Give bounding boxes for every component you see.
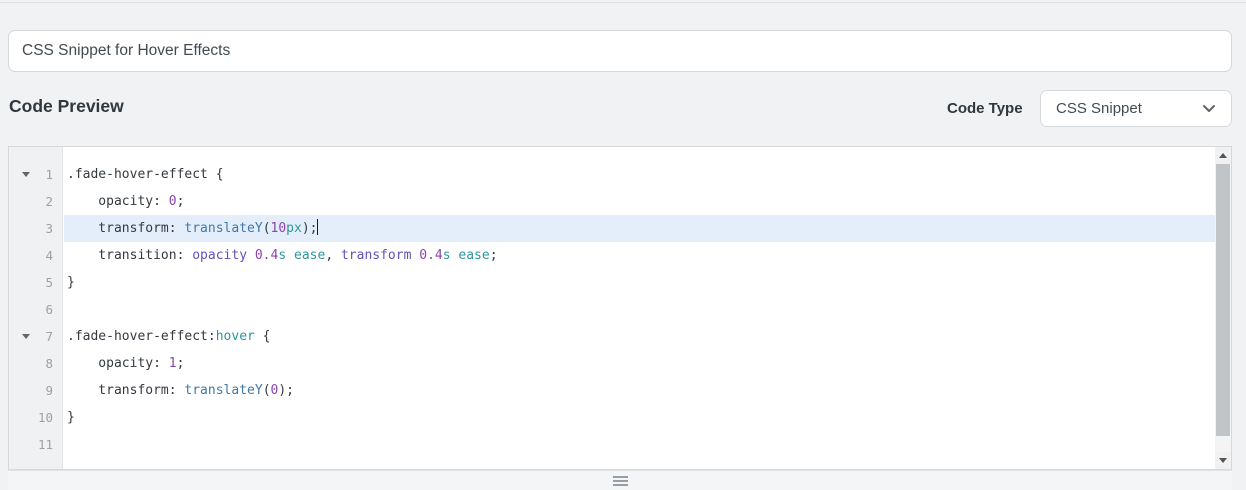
code-token: transform bbox=[340, 248, 412, 263]
page-title: Code Preview bbox=[9, 96, 124, 116]
chevron-down-icon bbox=[1202, 104, 1216, 113]
scroll-up-icon bbox=[1219, 153, 1227, 158]
code-token: 1 bbox=[168, 356, 177, 371]
line-number: 1 bbox=[45, 167, 53, 182]
code-token: translateY bbox=[184, 383, 263, 398]
line-number: 3 bbox=[45, 221, 53, 236]
code-type-label: Code Type bbox=[947, 100, 1023, 117]
code-token: transform: bbox=[67, 221, 185, 236]
snippet-title-input[interactable] bbox=[8, 30, 1232, 72]
line-number: 10 bbox=[37, 410, 53, 425]
gutter-cell[interactable]: 4 bbox=[9, 242, 62, 269]
code-line[interactable]: transition: opacity 0.4s ease, transform… bbox=[64, 242, 1215, 269]
code-line[interactable]: transform: translateY(0); bbox=[64, 377, 1215, 404]
line-number: 6 bbox=[45, 302, 53, 317]
code-token: 10 bbox=[270, 221, 287, 236]
scroll-down-icon bbox=[1219, 458, 1227, 463]
line-number: 4 bbox=[45, 248, 53, 263]
code-token: 0.4 bbox=[254, 248, 279, 263]
code-token: px bbox=[286, 221, 302, 236]
code-token: .fade-hover-effect { bbox=[67, 167, 224, 182]
scroll-down-button[interactable] bbox=[1215, 452, 1231, 469]
code-token: : bbox=[207, 329, 216, 344]
code-line[interactable]: } bbox=[64, 404, 1215, 431]
gutter-cell[interactable]: 8 bbox=[9, 350, 62, 377]
code-token: ; bbox=[176, 356, 185, 371]
editor-scrollbar[interactable] bbox=[1215, 147, 1231, 469]
code-token: 0.4 bbox=[419, 248, 443, 263]
code-token: ); bbox=[301, 221, 318, 236]
gutter-cell[interactable]: 6 bbox=[9, 296, 62, 323]
code-token: .fade-hover-effect bbox=[67, 329, 208, 344]
code-token: transform: bbox=[67, 383, 185, 398]
gutter-cell[interactable]: 9 bbox=[9, 377, 62, 404]
resize-grip-icon bbox=[612, 474, 628, 488]
line-number: 8 bbox=[45, 356, 53, 371]
gutter-cell[interactable]: 7 bbox=[9, 323, 62, 350]
code-token: ); bbox=[278, 383, 294, 398]
code-token: ease bbox=[458, 248, 490, 263]
code-line[interactable]: opacity: 1; bbox=[64, 350, 1215, 377]
code-token: opacity: bbox=[67, 356, 169, 371]
code-token: , bbox=[325, 248, 341, 263]
code-token: transition: bbox=[67, 248, 193, 263]
editor-resize-bar[interactable] bbox=[8, 470, 1232, 490]
code-token: s bbox=[278, 248, 287, 263]
code-line[interactable] bbox=[64, 431, 1215, 458]
page: { "title_input": { "value": "CSS Snippet… bbox=[0, 0, 1246, 490]
fold-arrow-icon[interactable] bbox=[22, 334, 30, 339]
code-token: } bbox=[67, 275, 75, 290]
code-token: ; bbox=[176, 194, 185, 209]
code-token: 0 bbox=[168, 194, 177, 209]
scroll-up-button[interactable] bbox=[1215, 147, 1231, 164]
code-line[interactable]: .fade-hover-effect { bbox=[64, 161, 1215, 188]
gutter-cell[interactable]: 3 bbox=[9, 215, 62, 242]
code-token: ( bbox=[262, 383, 271, 398]
code-token: ; bbox=[489, 248, 498, 263]
code-token: ease bbox=[294, 248, 326, 263]
code-line[interactable]: .fade-hover-effect:hover { bbox=[64, 323, 1215, 350]
code-token: s bbox=[442, 248, 451, 263]
gutter-cell[interactable]: 2 bbox=[9, 188, 62, 215]
gutter-cell[interactable]: 10 bbox=[9, 404, 62, 431]
code-token: opacity: bbox=[67, 194, 169, 209]
code-token: { bbox=[254, 329, 271, 344]
text-caret bbox=[317, 219, 319, 235]
top-divider bbox=[0, 2, 1246, 3]
gutter-cell[interactable]: 5 bbox=[9, 269, 62, 296]
fold-arrow-icon[interactable] bbox=[22, 172, 30, 177]
gutter-cell[interactable]: 11 bbox=[9, 431, 62, 458]
code-token: ( bbox=[262, 221, 271, 236]
code-line[interactable]: opacity: 0; bbox=[64, 188, 1215, 215]
code-token: translateY bbox=[184, 221, 263, 236]
gutter-cell[interactable]: 1 bbox=[9, 161, 62, 188]
scrollbar-thumb[interactable] bbox=[1216, 164, 1230, 436]
code-editor[interactable]: 1 2 3 4 5 6 7 8 9 10 11 .fade-hover-effect { opaci… bbox=[8, 146, 1232, 470]
code-type-select[interactable]: CSS Snippet bbox=[1040, 90, 1232, 127]
code-token: hover bbox=[215, 329, 255, 344]
editor-code[interactable]: .fade-hover-effect { opacity: 0; transfo… bbox=[64, 147, 1215, 469]
line-number: 11 bbox=[37, 437, 53, 452]
code-token: } bbox=[67, 410, 75, 425]
line-number: 9 bbox=[45, 383, 53, 398]
line-number: 7 bbox=[45, 329, 53, 344]
code-type-selected-value: CSS Snippet bbox=[1056, 100, 1142, 117]
code-line[interactable] bbox=[64, 296, 1215, 323]
code-line[interactable]: transform: translateY(10px); bbox=[64, 215, 1215, 242]
code-token: opacity bbox=[192, 248, 248, 263]
code-line[interactable]: } bbox=[64, 269, 1215, 296]
line-number: 2 bbox=[45, 194, 53, 209]
line-number: 5 bbox=[45, 275, 53, 290]
editor-gutter: 1 2 3 4 5 6 7 8 9 10 11 bbox=[9, 147, 63, 469]
